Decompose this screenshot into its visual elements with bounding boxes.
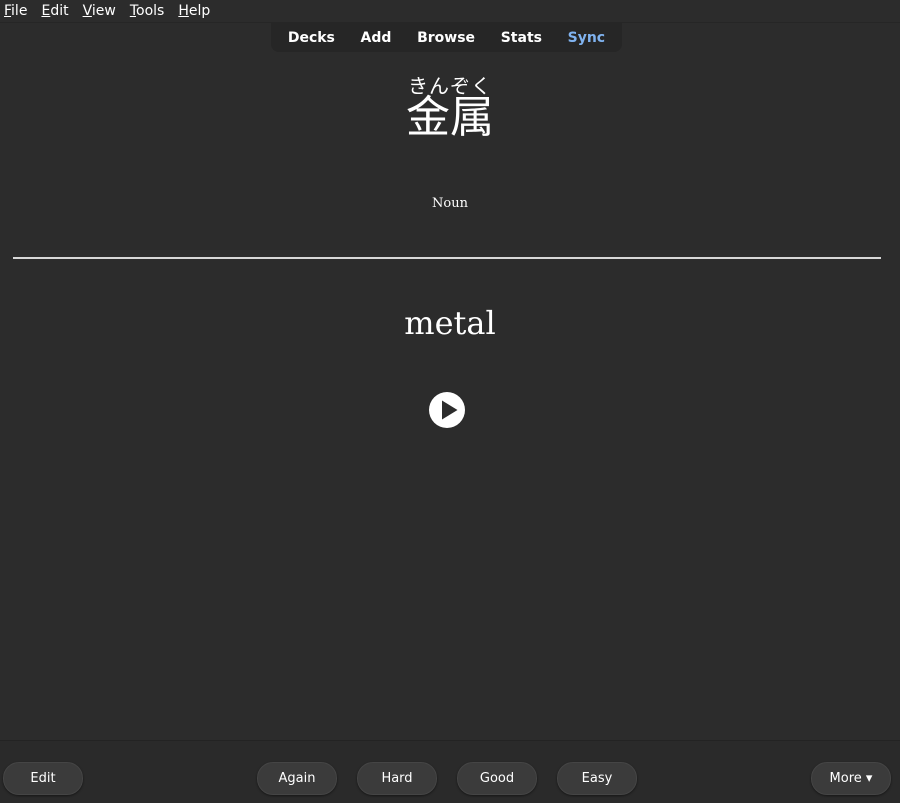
decks-link[interactable]: Decks <box>282 26 341 50</box>
menu-edit[interactable]: Edit <box>37 3 75 19</box>
meaning-text: metal <box>404 304 496 342</box>
part-of-speech: Noun <box>432 196 468 211</box>
hard-button[interactable]: Hard <box>357 762 437 795</box>
browse-link[interactable]: Browse <box>411 26 481 50</box>
menu-file[interactable]: File <box>0 3 34 19</box>
menu-help[interactable]: Help <box>174 3 217 19</box>
expression-text: 金属 <box>406 92 494 143</box>
play-audio-button[interactable] <box>429 392 465 428</box>
again-button[interactable]: Again <box>257 762 337 795</box>
menu-tools[interactable]: Tools <box>126 3 172 19</box>
edit-button[interactable]: Edit <box>3 762 83 795</box>
good-button[interactable]: Good <box>457 762 537 795</box>
menu-bar: File Edit View Tools Help <box>0 0 900 23</box>
reviewer-window: File Edit View Tools Help Decks Add Brow… <box>0 0 900 803</box>
stats-link[interactable]: Stats <box>495 26 548 50</box>
play-circle-icon <box>429 392 465 428</box>
menu-view[interactable]: View <box>79 3 123 19</box>
more-button[interactable]: More ▾ <box>811 762 891 795</box>
bottom-bar: Edit Again Hard Good Easy More ▾ <box>0 740 900 803</box>
answer-divider <box>13 257 881 259</box>
word-with-furigana: きんぞく 金属 <box>0 74 900 140</box>
sync-link[interactable]: Sync <box>562 26 611 50</box>
easy-button[interactable]: Easy <box>557 762 637 795</box>
card-content: きんぞく 金属 Noun metal <box>0 52 900 740</box>
top-toolbar: Decks Add Browse Stats Sync <box>271 23 622 52</box>
add-link[interactable]: Add <box>355 26 398 50</box>
